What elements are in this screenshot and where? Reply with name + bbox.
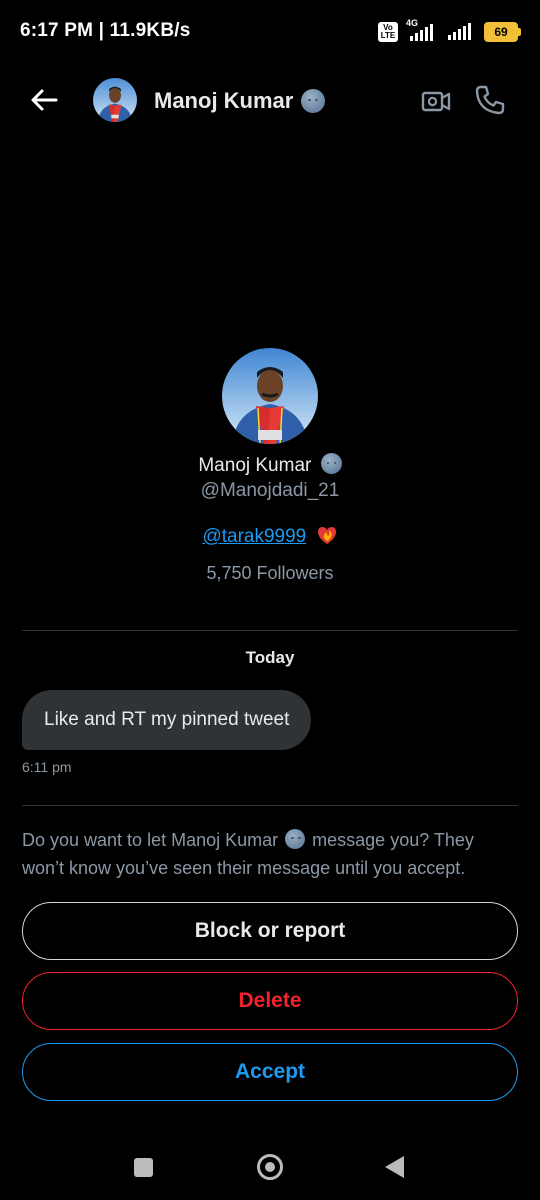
video-icon	[421, 91, 451, 112]
battery-icon: 69	[484, 22, 521, 42]
conversation-header: Manoj Kumar	[0, 70, 540, 132]
back-arrow-icon	[31, 89, 58, 111]
profile-avatar[interactable]	[222, 348, 318, 444]
accept-label: Accept	[234, 1060, 306, 1083]
status-icons: Vo LTE 4G 69	[378, 18, 521, 44]
profile-divider	[22, 630, 518, 631]
back-triangle-icon[interactable]	[385, 1156, 404, 1178]
profile-handle: @Manojdadi_21	[200, 480, 340, 501]
profile-name: Manoj Kumar	[0, 453, 540, 477]
battery-level: 69	[494, 25, 508, 39]
message-timestamp: 6:11 pm	[22, 759, 72, 775]
delete-label: Delete	[238, 989, 302, 1012]
cellular-signal-icon: 4G	[406, 18, 440, 42]
accept-button[interactable]: Accept	[22, 1043, 518, 1101]
header-title: Manoj Kumar	[154, 88, 326, 114]
block-or-report-label: Block or report	[194, 919, 346, 942]
recent-apps-icon[interactable]	[134, 1158, 153, 1177]
system-navigation-bar	[0, 1135, 540, 1200]
prompt-start: Do you want to let Manoj Kumar	[22, 830, 279, 850]
profile-followers: 5,750 Followers	[206, 563, 334, 583]
status-bar: 6:17 PM | 11.9KB/s Vo LTE 4G 69	[0, 0, 540, 66]
profile-name-text: Manoj Kumar	[198, 455, 312, 476]
avatar-image	[222, 348, 318, 444]
network-type-label: 4G	[406, 18, 419, 28]
moon-face-emoji-icon	[285, 829, 306, 849]
header-name-text: Manoj Kumar	[154, 88, 294, 113]
profile-bio: @tarak9999	[0, 524, 540, 548]
volte-icon: Vo LTE	[378, 22, 398, 42]
avatar-image	[93, 78, 137, 122]
header-avatar[interactable]	[93, 78, 137, 122]
signal-bars-2-icon	[448, 23, 471, 40]
back-button[interactable]	[26, 82, 62, 118]
message-request-prompt: Do you want to let Manoj Kumar message y…	[22, 826, 518, 882]
message-bubble[interactable]: Like and RT my pinned tweet	[22, 690, 312, 750]
moon-face-emoji-icon	[301, 89, 326, 113]
bio-mention-link[interactable]: @tarak9999	[202, 526, 306, 547]
phone-icon	[475, 85, 505, 115]
voice-call-button[interactable]	[474, 84, 506, 116]
date-separator: Today	[245, 648, 295, 667]
block-or-report-button[interactable]: Block or report	[22, 902, 518, 960]
home-icon[interactable]	[257, 1154, 283, 1180]
delete-button[interactable]: Delete	[22, 972, 518, 1030]
video-call-button[interactable]	[421, 86, 451, 116]
request-divider	[22, 805, 518, 806]
moon-face-emoji-icon	[320, 453, 342, 474]
heart-on-fire-icon	[317, 527, 336, 544]
message-text: Like and RT my pinned tweet	[44, 709, 290, 730]
status-time: 6:17 PM | 11.9KB/s	[20, 20, 191, 41]
